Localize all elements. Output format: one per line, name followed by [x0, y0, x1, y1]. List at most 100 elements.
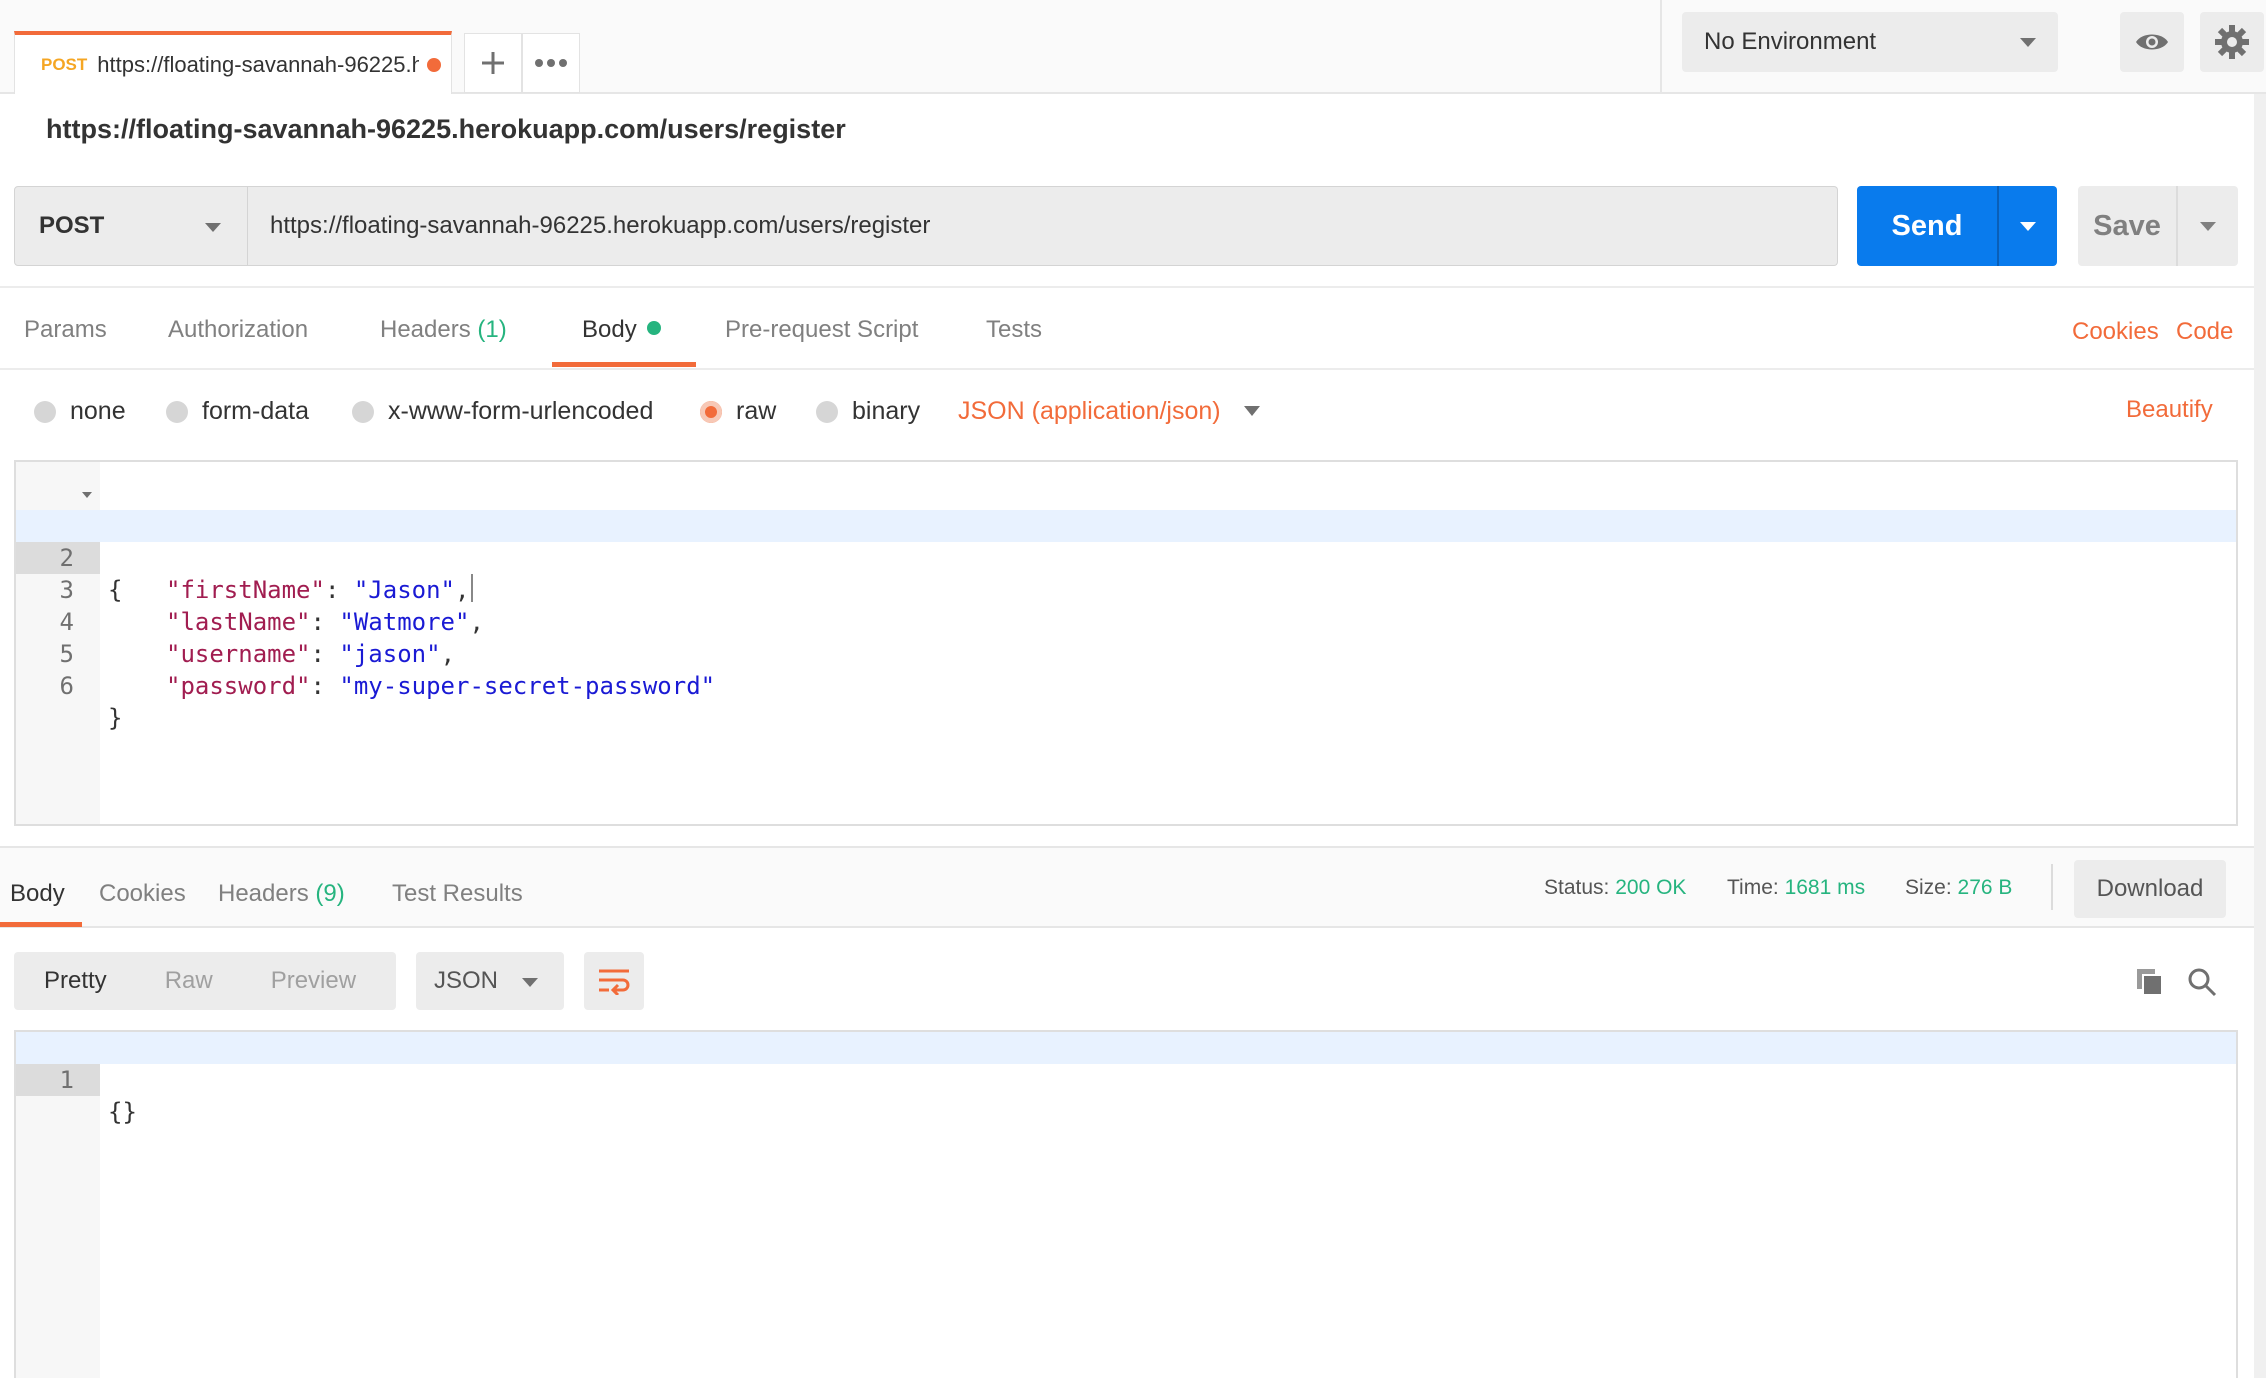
radio-none-circle — [34, 400, 56, 423]
json-value: "my-super-secret-password" — [339, 672, 716, 700]
radio-urlencoded-label: x-www-form-urlencoded — [388, 397, 654, 425]
chevron-down-icon — [2200, 222, 2216, 231]
radio-urlencoded-circle — [352, 400, 374, 423]
beautify-link[interactable]: Beautify — [2126, 396, 2213, 424]
response-body-content: {} — [108, 1098, 137, 1126]
send-button[interactable]: Send — [1857, 186, 2057, 266]
method-select[interactable]: POST — [14, 186, 248, 266]
tab-pre-request-script[interactable]: Pre-request Script — [725, 316, 918, 344]
size-label: Size: — [1905, 876, 1952, 899]
wrap-lines-icon — [599, 969, 630, 995]
download-button[interactable]: Download — [2074, 860, 2226, 918]
tab-body-label: Body — [582, 316, 637, 343]
status-value: 200 OK — [1615, 876, 1687, 899]
response-format-select[interactable]: JSON — [416, 952, 564, 1010]
tab-options-button[interactable] — [522, 33, 580, 93]
code-line: 2 "firstName": "Jason", — [16, 510, 2236, 604]
tab-headers[interactable]: Headers (1) — [380, 316, 507, 344]
ellipsis-icon — [535, 59, 567, 67]
copy-response-button[interactable] — [2130, 962, 2170, 1002]
radio-none-label: none — [70, 397, 126, 425]
radio-x-www-form-urlencoded[interactable]: x-www-form-urlencoded — [352, 397, 653, 426]
code-link[interactable]: Code — [2176, 318, 2233, 346]
response-status: Status: 200 OK — [1544, 876, 1686, 900]
method-select-value: POST — [39, 212, 105, 239]
active-tab-underline — [552, 362, 696, 367]
code-line: 1 {} — [16, 1032, 2236, 1126]
chevron-down-icon[interactable] — [1244, 406, 1260, 416]
line-number: 1 — [16, 1064, 100, 1096]
cookies-link[interactable]: Cookies — [2072, 318, 2159, 346]
send-options-dropdown[interactable] — [1999, 186, 2057, 266]
wrap-lines-button[interactable] — [584, 952, 644, 1010]
subtab-divider — [0, 368, 2266, 370]
close-brace: } — [108, 704, 123, 732]
radio-binary-label: binary — [852, 397, 921, 425]
window-scrollbar-track[interactable] — [2254, 94, 2266, 1378]
response-format-value: JSON — [434, 967, 499, 994]
radio-raw[interactable]: raw — [700, 397, 776, 426]
json-key: "password" — [166, 672, 311, 700]
radio-form-data-circle — [166, 400, 188, 423]
response-body-viewer[interactable]: 1 {} — [14, 1030, 2238, 1378]
new-tab-button[interactable] — [464, 33, 522, 93]
code-line: 5 "password": "my-super-secret-password" — [16, 606, 2236, 700]
status-label: Status: — [1544, 876, 1610, 899]
request-tab-method: POST — [41, 54, 88, 74]
view-raw-button[interactable]: Raw — [165, 967, 213, 995]
view-pretty-button[interactable]: Pretty — [44, 967, 107, 995]
time-value: 1681 ms — [1784, 876, 1866, 899]
response-tab-headers-label: Headers — [218, 880, 309, 907]
radio-form-data[interactable]: form-data — [166, 397, 309, 426]
plus-icon — [482, 52, 504, 74]
response-size: Size: 276 B — [1905, 876, 2012, 900]
tab-authorization[interactable]: Authorization — [168, 316, 308, 344]
eye-icon — [2136, 34, 2168, 50]
save-options-dropdown[interactable] — [2178, 186, 2238, 266]
radio-raw-label: raw — [736, 397, 777, 425]
tab-headers-label: Headers — [380, 316, 471, 343]
response-tab-test-results[interactable]: Test Results — [392, 880, 523, 908]
save-button-label: Save — [2093, 209, 2161, 242]
response-tab-headers[interactable]: Headers (9) — [218, 880, 345, 908]
code-line: 6 } — [16, 638, 2236, 732]
radio-binary[interactable]: binary — [816, 397, 920, 426]
chevron-down-icon — [2020, 38, 2036, 47]
code-line: 4 "username": "jason", — [16, 574, 2236, 668]
environment-quick-look-button[interactable] — [2120, 12, 2184, 72]
request-tab-title: https://floating-savannah-96225.herokuap… — [97, 51, 420, 77]
search-response-button[interactable] — [2182, 962, 2222, 1002]
url-input[interactable] — [248, 186, 1838, 266]
tab-params[interactable]: Params — [24, 316, 107, 344]
code-line: 3 "lastName": "Watmore", — [16, 542, 2236, 636]
response-tab-cookies[interactable]: Cookies — [99, 880, 186, 908]
environment-select[interactable]: No Environment — [1682, 12, 2058, 72]
tab-body[interactable]: Body — [582, 316, 661, 344]
request-tab[interactable]: POST https://floating-savannah-96225.her… — [14, 31, 452, 94]
response-tab-headers-count: (9) — [315, 880, 345, 907]
response-view-segmented-control: Pretty Raw Preview — [14, 952, 396, 1010]
line-number: 6 — [59, 672, 74, 700]
code-line: 1 { — [16, 478, 2236, 604]
response-time: Time: 1681 ms — [1727, 876, 1865, 900]
content-type-select[interactable]: JSON (application/json) — [958, 397, 1221, 426]
chevron-down-icon — [205, 223, 221, 232]
search-icon — [2188, 968, 2217, 997]
radio-none[interactable]: none — [34, 397, 126, 426]
fold-chevron-icon[interactable] — [82, 492, 92, 498]
chevron-down-icon — [2020, 222, 2036, 231]
response-active-tab-underline — [0, 922, 82, 927]
view-preview-button[interactable]: Preview — [271, 967, 356, 995]
radio-raw-circle — [700, 400, 722, 423]
unsaved-dot-icon — [427, 57, 442, 72]
environment-divider — [1660, 0, 1662, 94]
copy-icon — [2137, 969, 2163, 996]
send-button-label: Send — [1891, 209, 1963, 242]
size-value: 276 B — [1957, 876, 2013, 899]
tab-tests[interactable]: Tests — [986, 316, 1042, 344]
request-bar-divider — [0, 286, 2266, 288]
save-button[interactable]: Save — [2078, 186, 2238, 266]
manage-environments-button[interactable] — [2200, 12, 2264, 72]
response-tab-body[interactable]: Body — [10, 880, 65, 908]
request-body-editor[interactable]: 1 { 2 "firstName": "Jason", 3 "lastName"… — [14, 460, 2238, 826]
